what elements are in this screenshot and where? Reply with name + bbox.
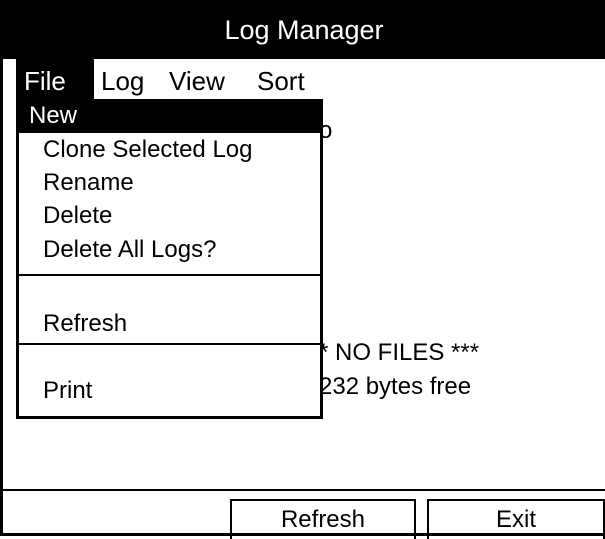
file-dropdown-menu: New Clone Selected Log Rename Delete Del… — [16, 99, 323, 419]
menu-bar: File Log View Sort — [3, 59, 605, 99]
no-files-text: * NO FILES *** — [319, 339, 480, 366]
menu-item-clone-selected-log[interactable]: Clone Selected Log — [19, 133, 320, 167]
menu-log[interactable]: Log — [93, 59, 155, 99]
menu-separator — [19, 343, 320, 345]
menu-item-delete[interactable]: Delete — [19, 199, 320, 233]
exit-softkey[interactable]: Exit — [427, 499, 605, 539]
log-manager-screen: Log Manager File Log View Sort o * NO FI… — [0, 0, 605, 539]
menu-view[interactable]: View — [161, 59, 245, 99]
menu-item-new[interactable]: New — [19, 99, 320, 133]
menu-file[interactable]: File — [16, 59, 94, 99]
menu-item-rename[interactable]: Rename — [19, 166, 320, 200]
menu-item-delete-all-logs[interactable]: Delete All Logs? — [19, 233, 320, 267]
free-space-text: 232 bytes free — [319, 373, 472, 400]
menu-item-print[interactable]: Print — [19, 374, 320, 408]
softkey-divider — [3, 489, 605, 491]
menu-item-refresh[interactable]: Refresh — [19, 307, 320, 341]
menu-separator — [19, 274, 320, 276]
window-title: Log Manager — [3, 3, 605, 59]
refresh-softkey[interactable]: Refresh — [230, 499, 416, 539]
menu-sort[interactable]: Sort — [249, 59, 323, 99]
